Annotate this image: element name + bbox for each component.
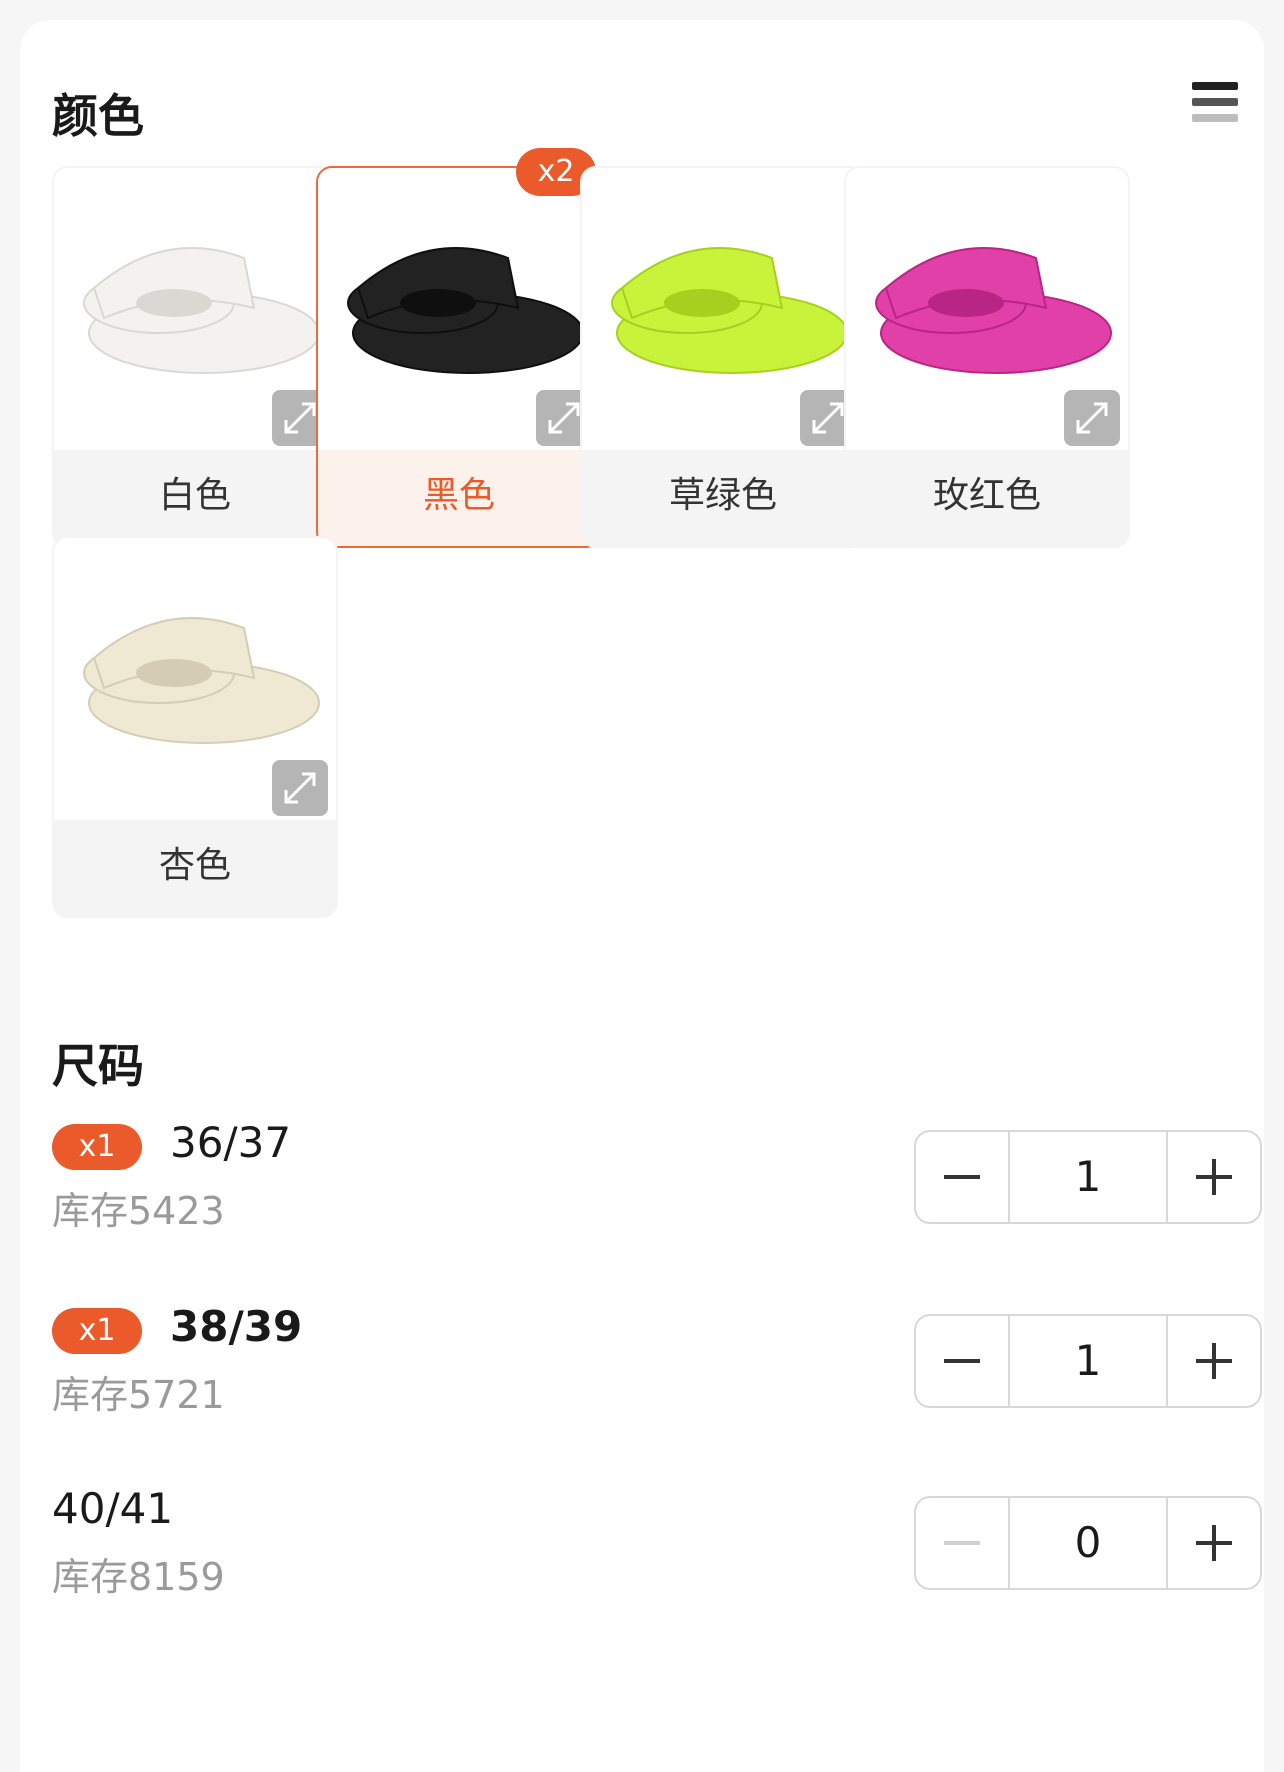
quantity-value[interactable]: 1: [1010, 1132, 1166, 1222]
decrease-button[interactable]: [916, 1132, 1010, 1222]
quantity-value[interactable]: 1: [1010, 1316, 1166, 1406]
size-quantity-badge: x1: [52, 1308, 142, 1354]
size-section-title: 尺码: [52, 1039, 144, 1093]
color-option-label: 草绿色: [668, 475, 777, 516]
color-option-rose-red[interactable]: 玫红色: [844, 166, 1130, 548]
color-option-apricot[interactable]: 杏色: [52, 536, 338, 918]
increase-button[interactable]: [1166, 1316, 1260, 1406]
color-option-black[interactable]: 黑色 x2: [316, 148, 602, 548]
size-stock: 库存5423: [52, 1189, 225, 1233]
size-name: 38/39: [170, 1302, 303, 1351]
decrease-button[interactable]: [916, 1316, 1010, 1406]
size-stock: 库存5721: [52, 1373, 225, 1417]
size-quantity-badge: x1: [52, 1124, 142, 1170]
color-section-title: 颜色: [52, 89, 144, 143]
color-option-label: 杏色: [158, 845, 231, 886]
color-option-grass-green[interactable]: 草绿色: [580, 166, 866, 548]
quantity-stepper: 1: [914, 1130, 1262, 1224]
size-name: 36/37: [170, 1118, 292, 1167]
size-row-38-39: x1 38/39 库存5721 1: [52, 1302, 1262, 1418]
increase-button[interactable]: [1166, 1498, 1260, 1588]
color-option-white[interactable]: 白色: [52, 166, 338, 548]
size-row-36-37: x1 36/37 库存5423 1: [52, 1118, 1262, 1234]
layout-toggle-icon[interactable]: [1190, 80, 1240, 130]
color-option-label: 白色: [158, 475, 231, 516]
quantity-stepper: 1: [914, 1314, 1262, 1408]
color-options-grid: 白色 黑色 x2 草绿色 玫红色 杏色: [52, 148, 1252, 986]
quantity-value[interactable]: 0: [1010, 1498, 1166, 1588]
increase-button[interactable]: [1166, 1132, 1260, 1222]
color-option-label: 黑色: [422, 475, 495, 516]
size-name: 40/41: [52, 1484, 174, 1533]
decrease-button-disabled[interactable]: [916, 1498, 1010, 1588]
quantity-stepper: 0: [914, 1496, 1262, 1590]
color-option-label: 玫红色: [932, 475, 1041, 516]
size-stock: 库存8159: [52, 1555, 225, 1599]
expand-image-icon[interactable]: [1064, 390, 1120, 446]
size-row-40-41: 40/41 库存8159 0: [52, 1484, 1262, 1600]
expand-image-icon[interactable]: [272, 760, 328, 816]
sku-selector-sheet: 颜色 白色 黑色 x2 草绿色 玫红色 杏色 尺码 x1 36/37 库存542…: [20, 20, 1264, 1772]
